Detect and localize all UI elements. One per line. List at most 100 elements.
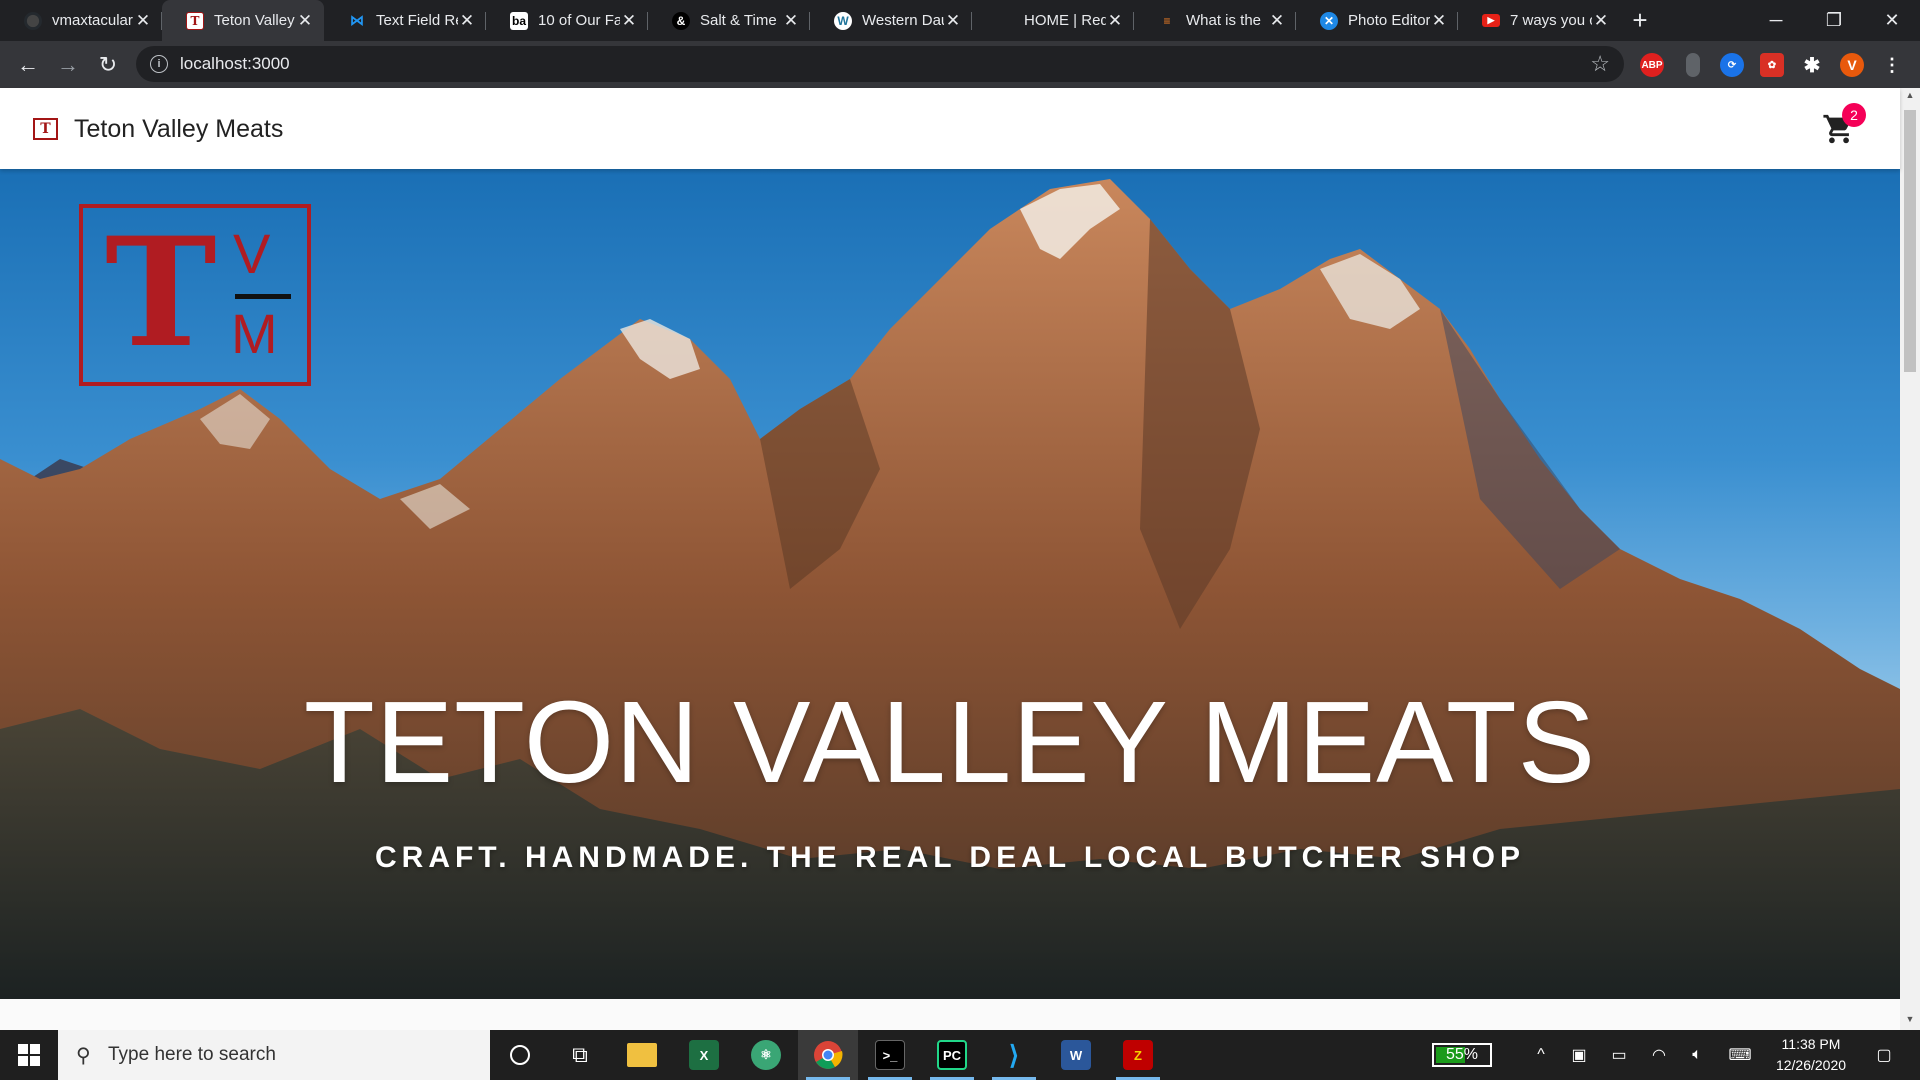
excel-icon[interactable]: X	[674, 1030, 734, 1080]
minimize-button[interactable]: ─	[1748, 0, 1804, 41]
atom-icon[interactable]: ⚛	[736, 1030, 796, 1080]
terminal-icon[interactable]: >_	[860, 1030, 920, 1080]
hero-logo: T V M	[79, 204, 311, 386]
word-icon[interactable]: W	[1046, 1030, 1106, 1080]
logo-letter-t: T	[105, 205, 217, 381]
stackoverflow-icon: ≡	[1163, 13, 1171, 28]
wifi-icon[interactable]: ◠	[1646, 1030, 1672, 1080]
volume-icon[interactable]: 🔈︎	[1684, 1030, 1710, 1080]
battery-icon[interactable]: ▭	[1606, 1030, 1632, 1080]
keyboard-icon[interactable]: ⌨	[1724, 1030, 1756, 1080]
tab-photo-editor[interactable]: ✕ Photo Editor ✕	[1296, 0, 1458, 41]
show-hidden-icons-icon[interactable]: ^	[1528, 1030, 1554, 1080]
close-tab-icon[interactable]: ✕	[458, 11, 476, 31]
github-icon	[24, 11, 42, 30]
close-tab-icon[interactable]: ✕	[1592, 11, 1610, 31]
tab-title: 10 of Our Fa	[538, 12, 620, 29]
hero-subtitle: CRAFT. HANDMADE. THE REAL DEAL LOCAL BUT…	[374, 841, 1526, 874]
tab-title: vmaxtacular	[52, 12, 133, 29]
tab-title: Teton Valley	[214, 12, 295, 29]
extension-icon[interactable]	[1686, 53, 1700, 77]
battery-percent: 55%	[1445, 1046, 1479, 1063]
tab-title: Text Field Re	[376, 12, 458, 29]
wordpress-icon: W	[834, 11, 852, 30]
close-tab-icon[interactable]: ✕	[1106, 11, 1124, 31]
system-clock[interactable]: 11:38 PM 12/26/2020	[1756, 1034, 1866, 1076]
search-placeholder: Type here to search	[108, 1044, 276, 1065]
photo-editor-icon: ✕	[1320, 11, 1338, 30]
bookmark-star-icon[interactable]: ☆	[1590, 51, 1610, 77]
page-scrollbar[interactable]: ▲ ▼	[1900, 88, 1920, 1030]
device-icon[interactable]: ▣	[1566, 1030, 1592, 1080]
tab-text-field[interactable]: ⋈ Text Field Re ✕	[324, 0, 486, 41]
address-bar[interactable]: i localhost:3000 ☆	[136, 46, 1624, 82]
vscode-icon[interactable]: ⟩	[984, 1030, 1044, 1080]
cart-count-badge: 2	[1842, 103, 1866, 127]
reload-button[interactable]: ↻	[88, 45, 128, 85]
chrome-icon[interactable]	[798, 1030, 858, 1080]
chrome-menu-icon[interactable]: ⋮	[1880, 53, 1904, 77]
tab-title: Photo Editor	[1348, 12, 1430, 29]
scrollbar-thumb[interactable]	[1904, 110, 1916, 372]
logo-icon[interactable]: T	[33, 118, 58, 140]
logo-divider	[235, 294, 291, 299]
restore-button[interactable]: ❐	[1806, 0, 1862, 41]
filezilla-icon[interactable]: Z	[1108, 1030, 1168, 1080]
extension-icon[interactable]: ✿	[1760, 53, 1784, 77]
hero-banner: T V M TETON VALLEY MEATS CRAFT. HANDMADE…	[0, 169, 1900, 999]
sync-extension-icon[interactable]: ⟳	[1720, 53, 1744, 77]
adblock-icon[interactable]: ABP	[1640, 53, 1664, 77]
windows-logo-icon	[18, 1044, 40, 1066]
close-tab-icon[interactable]: ✕	[1268, 11, 1286, 31]
clock-date: 12/26/2020	[1775, 1057, 1847, 1073]
new-tab-button[interactable]: +	[1620, 0, 1660, 41]
tab-title: 7 ways you c	[1510, 12, 1592, 29]
tab-title: Western Dau	[862, 12, 944, 29]
clock-time: 11:38 PM	[1781, 1036, 1841, 1052]
battery-meter[interactable]: 55%	[1432, 1043, 1492, 1067]
ampersand-icon: &	[672, 11, 690, 30]
close-tab-icon[interactable]: ✕	[134, 11, 152, 31]
pycharm-icon[interactable]: PC	[922, 1030, 982, 1080]
close-tab-icon[interactable]: ✕	[1430, 11, 1448, 31]
forward-button[interactable]: →	[48, 45, 88, 85]
notifications-icon[interactable]: ▢	[1866, 1030, 1902, 1080]
close-tab-icon[interactable]: ✕	[782, 11, 800, 31]
scroll-down-arrow[interactable]: ▼	[1900, 1014, 1920, 1028]
windows-start-button[interactable]	[0, 1030, 58, 1080]
ba-icon: ba	[510, 11, 528, 30]
brand-title[interactable]: Teton Valley Meats	[74, 115, 283, 144]
close-tab-icon[interactable]: ✕	[296, 11, 314, 31]
page-content-below	[0, 999, 1900, 1030]
logo-letter-v: V	[233, 222, 271, 285]
tab-what-is-the[interactable]: ≡ What is the ✕	[1134, 0, 1296, 41]
tab-7-ways[interactable]: ▶ 7 ways you c ✕	[1458, 0, 1620, 41]
scroll-up-arrow[interactable]: ▲	[1900, 90, 1920, 104]
taskbar-search-box[interactable]: ⚲ Type here to search	[58, 1030, 490, 1080]
tab-title: Salt & Time	[700, 12, 777, 29]
tab-10-of-our[interactable]: ba 10 of Our Fa ✕	[486, 0, 648, 41]
tab-vmaxtacular[interactable]: vmaxtacular ✕	[0, 0, 162, 41]
close-tab-icon[interactable]: ✕	[944, 11, 962, 31]
back-button[interactable]: ←	[8, 45, 48, 85]
tab-title: What is the	[1186, 12, 1262, 29]
windows-taskbar: ⚲ Type here to search ⧉ X ⚛ >_ PC ⟩ W Z …	[0, 1030, 1920, 1080]
hero-title: TETON VALLEY MEATS	[303, 677, 1597, 807]
tab-western-dau[interactable]: W Western Dau ✕	[810, 0, 972, 41]
profile-avatar[interactable]: V	[1840, 53, 1864, 77]
tab-title: HOME | Red	[1024, 12, 1106, 29]
youtube-icon: ▶	[1482, 14, 1500, 27]
blank-icon	[996, 12, 1014, 30]
task-view-icon[interactable]: ⧉	[550, 1030, 610, 1080]
info-icon[interactable]: i	[150, 55, 168, 73]
tab-salt-and-time[interactable]: & Salt & Time ✕	[648, 0, 810, 41]
close-window-button[interactable]: ✕	[1864, 0, 1920, 41]
tab-home-red[interactable]: HOME | Red ✕	[972, 0, 1134, 41]
close-tab-icon[interactable]: ✕	[620, 11, 638, 31]
puzzle-icon[interactable]: ✱	[1800, 53, 1824, 77]
tvm-icon: T	[186, 11, 204, 30]
tab-teton-valley[interactable]: T Teton Valley ✕	[162, 0, 324, 41]
cortana-icon[interactable]	[490, 1030, 550, 1080]
file-explorer-icon[interactable]	[612, 1030, 672, 1080]
browser-toolbar: ← → ↻ i localhost:3000 ☆	[0, 41, 1920, 88]
